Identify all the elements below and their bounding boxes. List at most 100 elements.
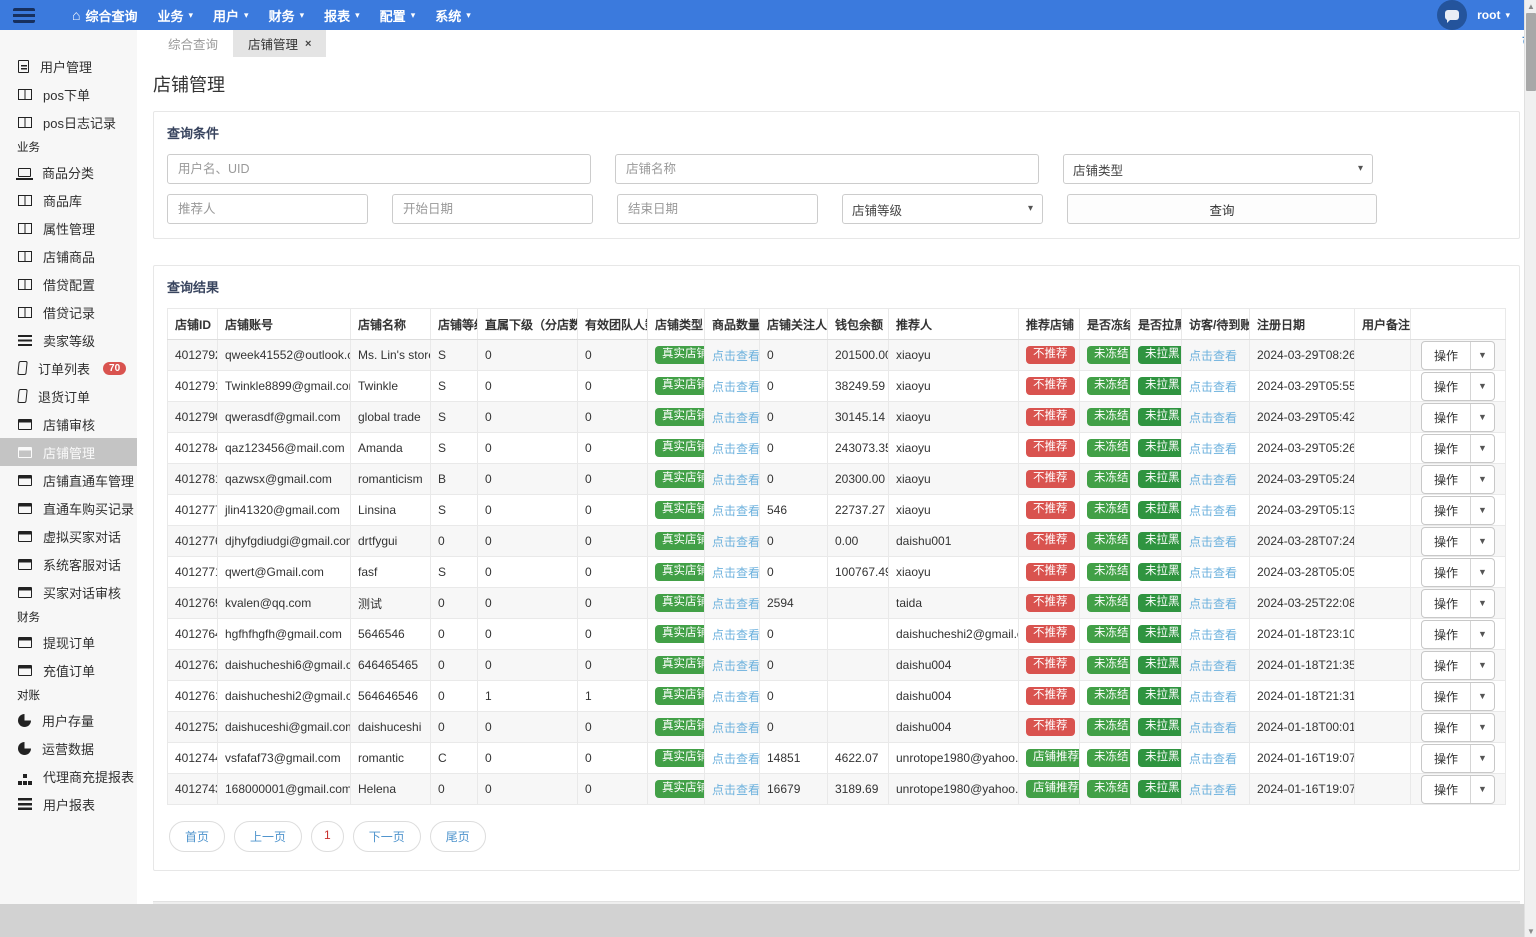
sidebar-item[interactable]: 提现订单 (0, 628, 137, 656)
frozen-badge[interactable]: 未冻结 (1087, 408, 1130, 426)
sidebar-item[interactable]: 店铺商品 (0, 242, 137, 270)
action-button[interactable]: 操作 ▼ (1421, 526, 1495, 556)
goods-view-link[interactable]: 点击查看 (712, 752, 759, 766)
chevron-down-icon[interactable]: ▼ (1471, 652, 1494, 679)
pagination-button[interactable]: 首页 (169, 821, 226, 852)
sidebar-item[interactable]: 运营数据 (0, 734, 137, 762)
action-button[interactable]: 操作 ▼ (1421, 371, 1495, 401)
chevron-down-icon[interactable]: ▼ (1471, 714, 1494, 741)
frozen-badge[interactable]: 未冻结 (1087, 501, 1130, 519)
frozen-badge[interactable]: 未冻结 (1087, 625, 1130, 643)
recommend-badge[interactable]: 不推荐 (1026, 439, 1075, 457)
goods-view-link[interactable]: 点击查看 (712, 721, 759, 735)
visitors-view-link[interactable]: 点击查看 (1189, 690, 1237, 704)
recommend-badge[interactable]: 不推荐 (1026, 718, 1075, 736)
visitors-view-link[interactable]: 点击查看 (1189, 721, 1237, 735)
action-button[interactable]: 操作 ▼ (1421, 464, 1495, 494)
visitors-view-link[interactable]: 点击查看 (1189, 659, 1237, 673)
shop-type-select[interactable]: 店铺类型 ▾ (1063, 154, 1373, 184)
action-button-label[interactable]: 操作 (1422, 775, 1472, 803)
goods-view-link[interactable]: 点击查看 (712, 504, 759, 518)
action-button[interactable]: 操作 ▼ (1421, 681, 1495, 711)
recommend-badge[interactable]: 店铺推荐 (1026, 780, 1079, 798)
sidebar-toggle-button[interactable] (0, 0, 48, 30)
nav-item[interactable]: 业务 ▾ (147, 0, 203, 30)
goods-view-link[interactable]: 点击查看 (712, 411, 759, 425)
goods-view-link[interactable]: 点击查看 (712, 442, 759, 456)
action-button-label[interactable]: 操作 (1422, 589, 1472, 617)
recommend-badge[interactable]: 不推荐 (1026, 563, 1075, 581)
sidebar-item[interactable]: 店铺管理 (0, 438, 137, 466)
chevron-down-icon[interactable]: ▼ (1471, 373, 1494, 400)
sidebar-item[interactable]: 代理商充提报表 (0, 762, 137, 790)
action-button-label[interactable]: 操作 (1422, 744, 1472, 772)
pagination-button[interactable]: 上一页 (234, 821, 303, 852)
action-button[interactable]: 操作 ▼ (1421, 557, 1495, 587)
scroll-up-icon[interactable]: ▲ (1525, 0, 1536, 12)
action-button-label[interactable]: 操作 (1422, 527, 1472, 555)
recommend-badge[interactable]: 不推荐 (1026, 346, 1075, 364)
chevron-down-icon[interactable]: ▼ (1471, 776, 1494, 803)
blacklist-badge[interactable]: 未拉黑 (1138, 532, 1181, 550)
sidebar-item[interactable]: 借贷记录 (0, 298, 137, 326)
chevron-down-icon[interactable]: ▼ (1471, 745, 1494, 772)
pagination-button[interactable]: 下一页 (352, 821, 421, 852)
visitors-view-link[interactable]: 点击查看 (1189, 380, 1237, 394)
action-button[interactable]: 操作 ▼ (1421, 650, 1495, 680)
blacklist-badge[interactable]: 未拉黑 (1138, 501, 1181, 519)
chat-button[interactable] (1437, 0, 1468, 30)
visitors-view-link[interactable]: 点击查看 (1189, 597, 1237, 611)
visitors-view-link[interactable]: 点击查看 (1189, 504, 1237, 518)
blacklist-badge[interactable]: 未拉黑 (1138, 470, 1181, 488)
visitors-view-link[interactable]: 点击查看 (1189, 566, 1237, 580)
chevron-down-icon[interactable]: ▼ (1471, 404, 1494, 431)
sidebar-item[interactable]: 系统客服对话 (0, 550, 137, 578)
frozen-badge[interactable]: 未冻结 (1087, 780, 1130, 798)
nav-item[interactable]: 用户 ▾ (203, 0, 259, 30)
action-button[interactable]: 操作 ▼ (1421, 495, 1495, 525)
recommend-badge[interactable]: 不推荐 (1026, 532, 1075, 550)
sidebar-item[interactable]: 退货订单 (0, 382, 137, 410)
sidebar-item[interactable]: 虚拟买家对话 (0, 522, 137, 550)
frozen-badge[interactable]: 未冻结 (1087, 346, 1130, 364)
sidebar-item[interactable]: 借贷配置 (0, 270, 137, 298)
action-button[interactable]: 操作 ▼ (1421, 433, 1495, 463)
frozen-badge[interactable]: 未冻结 (1087, 594, 1130, 612)
blacklist-badge[interactable]: 未拉黑 (1138, 346, 1181, 364)
goods-view-link[interactable]: 点击查看 (712, 535, 759, 549)
visitors-view-link[interactable]: 点击查看 (1189, 535, 1237, 549)
sidebar-item[interactable]: 商品分类 (0, 158, 137, 186)
sidebar-item[interactable]: pos下单 (0, 80, 137, 108)
sidebar-item[interactable]: 订单列表 70 (0, 354, 137, 382)
action-button[interactable]: 操作 ▼ (1421, 619, 1495, 649)
nav-item[interactable]: 财务 ▾ (259, 0, 315, 30)
goods-view-link[interactable]: 点击查看 (712, 380, 759, 394)
sidebar-item[interactable]: 用户存量 (0, 706, 137, 734)
chevron-down-icon[interactable]: ▼ (1471, 497, 1494, 524)
visitors-view-link[interactable]: 点击查看 (1189, 473, 1237, 487)
frozen-badge[interactable]: 未冻结 (1087, 718, 1130, 736)
recommend-badge[interactable]: 不推荐 (1026, 656, 1075, 674)
chevron-down-icon[interactable]: ▼ (1471, 590, 1494, 617)
goods-view-link[interactable]: 点击查看 (712, 597, 759, 611)
action-button-label[interactable]: 操作 (1422, 558, 1472, 586)
sidebar-item[interactable]: 充值订单 (0, 656, 137, 684)
sidebar-item[interactable]: 用户报表 (0, 790, 137, 818)
blacklist-badge[interactable]: 未拉黑 (1138, 563, 1181, 581)
pagination-current-page[interactable]: 1 (311, 821, 344, 852)
recommend-badge[interactable]: 不推荐 (1026, 470, 1075, 488)
start-date-input[interactable] (392, 194, 593, 224)
frozen-badge[interactable]: 未冻结 (1087, 377, 1130, 395)
recommend-badge[interactable]: 不推荐 (1026, 377, 1075, 395)
blacklist-badge[interactable]: 未拉黑 (1138, 594, 1181, 612)
visitors-view-link[interactable]: 点击查看 (1189, 411, 1237, 425)
goods-view-link[interactable]: 点击查看 (712, 659, 759, 673)
recommend-badge[interactable]: 不推荐 (1026, 408, 1075, 426)
action-button-label[interactable]: 操作 (1422, 620, 1472, 648)
chevron-down-icon[interactable]: ▼ (1471, 528, 1494, 555)
blacklist-badge[interactable]: 未拉黑 (1138, 718, 1181, 736)
referrer-input[interactable] (167, 194, 368, 224)
frozen-badge[interactable]: 未冻结 (1087, 563, 1130, 581)
visitors-view-link[interactable]: 点击查看 (1189, 783, 1237, 797)
sidebar-item[interactable]: pos日志记录 (0, 108, 137, 136)
